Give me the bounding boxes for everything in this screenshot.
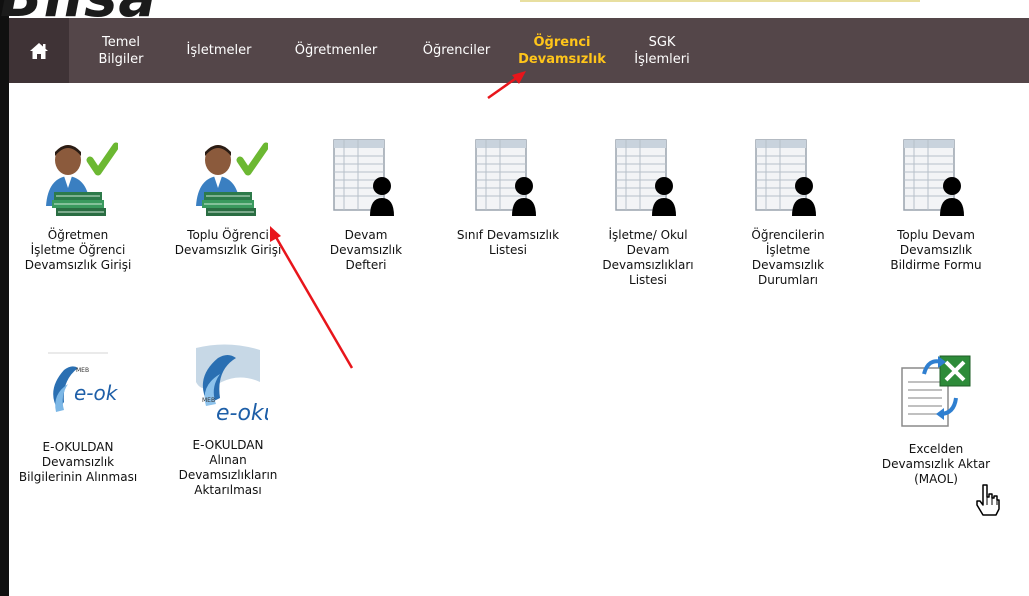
- nav-ogrenci-devamsizlik[interactable]: Öğrenci Devamsızlık: [507, 18, 617, 83]
- top-stripe: [520, 0, 920, 2]
- svg-text:MEB: MEB: [202, 397, 215, 404]
- tile-ogrencilerin-isletme-devamsizlik-durumlari[interactable]: Öğrencilerin İşletme Devamsızlık Durumla…: [718, 138, 858, 288]
- attendance-sheet-person-icon: [755, 139, 816, 216]
- tile-e-okuldan-devamsizlik-bilgilerinin-alinmasi[interactable]: e-okul MEB E-OKULDAN Devamsızlık Bilgile…: [8, 350, 148, 485]
- tile-label: Öğrencilerin İşletme Devamsızlık Durumla…: [751, 228, 825, 287]
- tile-ogretmen-isletme-ogrenci-devamsizlik-girisi[interactable]: Öğretmen İşletme Öğrenci Devamsızlık Gir…: [8, 138, 148, 273]
- excel-import-icon: [901, 355, 971, 427]
- left-edge-bar: [0, 0, 9, 596]
- tile-label: Toplu Öğrenci Devamsızlık Girişi: [174, 228, 282, 257]
- nav-isletmeler[interactable]: İşletmeler: [174, 18, 264, 83]
- annotation-arrows: [270, 71, 526, 369]
- main-navbar: Temel Bilgiler İşletmeler Öğretmenler Öğr…: [9, 18, 1029, 83]
- nav-sgk-islemleri[interactable]: SGK İşlemleri: [627, 18, 697, 83]
- e-okul-logo-icon: e-okul MEB: [196, 344, 268, 426]
- tile-label: Öğretmen İşletme Öğrenci Devamsızlık Gir…: [24, 228, 132, 272]
- teacher-books-check-icon: [46, 142, 118, 216]
- nav-ogretmenler[interactable]: Öğretmenler: [281, 18, 391, 83]
- attendance-sheet-person-icon: [475, 139, 536, 216]
- tile-toplu-ogrenci-devamsizlik-girisi[interactable]: Toplu Öğrenci Devamsızlık Girişi: [158, 138, 298, 258]
- tile-label: E-OKULDAN Devamsızlık Bilgilerinin Alınm…: [18, 440, 138, 484]
- tile-label: E-OKULDAN Alınan Devamsızlıkların Aktarı…: [178, 438, 278, 497]
- tile-label: Sınıf Devamsızlık Listesi: [456, 228, 560, 257]
- e-okul-logo-icon: e-okul MEB: [48, 352, 118, 412]
- home-button[interactable]: [9, 18, 69, 83]
- tile-e-okuldan-alinan-devamsizliklarin-aktarilmasi[interactable]: e-okul MEB E-OKULDAN Alınan Devamsızlıkl…: [158, 342, 298, 498]
- tile-sinif-devamsizlik-listesi[interactable]: Sınıf Devamsızlık Listesi: [438, 138, 578, 258]
- attendance-sheet-person-icon: [903, 139, 964, 216]
- nav-temel-bilgiler[interactable]: Temel Bilgiler: [81, 18, 161, 83]
- tile-devam-devamsizlik-defteri[interactable]: Devam Devamsızlık Defteri: [296, 138, 436, 273]
- tile-label: İşletme/ Okul Devam Devamsızlıkları List…: [602, 228, 694, 287]
- tile-label: Devam Devamsızlık Defteri: [329, 228, 403, 272]
- attendance-sheet-person-icon: [333, 139, 394, 216]
- attendance-sheet-person-icon: [615, 139, 676, 216]
- svg-text:e-okul: e-okul: [216, 401, 268, 426]
- tile-toplu-devam-devamsizlik-bildirme-formu[interactable]: Toplu Devam Devamsızlık Bildirme Formu: [866, 138, 1006, 273]
- tile-label: Excelden Devamsızlık Aktar (MAOL): [881, 442, 991, 486]
- svg-text:MEB: MEB: [76, 367, 89, 374]
- tile-isletme-okul-devam-devamsizliklari-listesi[interactable]: İşletme/ Okul Devam Devamsızlıkları List…: [578, 138, 718, 288]
- tile-excelden-devamsizlik-aktar-maol[interactable]: Excelden Devamsızlık Aktar (MAOL): [866, 352, 1006, 487]
- tile-label: Toplu Devam Devamsızlık Bildirme Formu: [890, 228, 982, 272]
- svg-text:e-okul: e-okul: [74, 381, 118, 405]
- nav-ogrenciler[interactable]: Öğrenciler: [409, 18, 504, 83]
- teacher-books-check-icon: [196, 142, 268, 216]
- home-icon: [30, 42, 48, 59]
- hand-cursor-icon: [976, 484, 1000, 516]
